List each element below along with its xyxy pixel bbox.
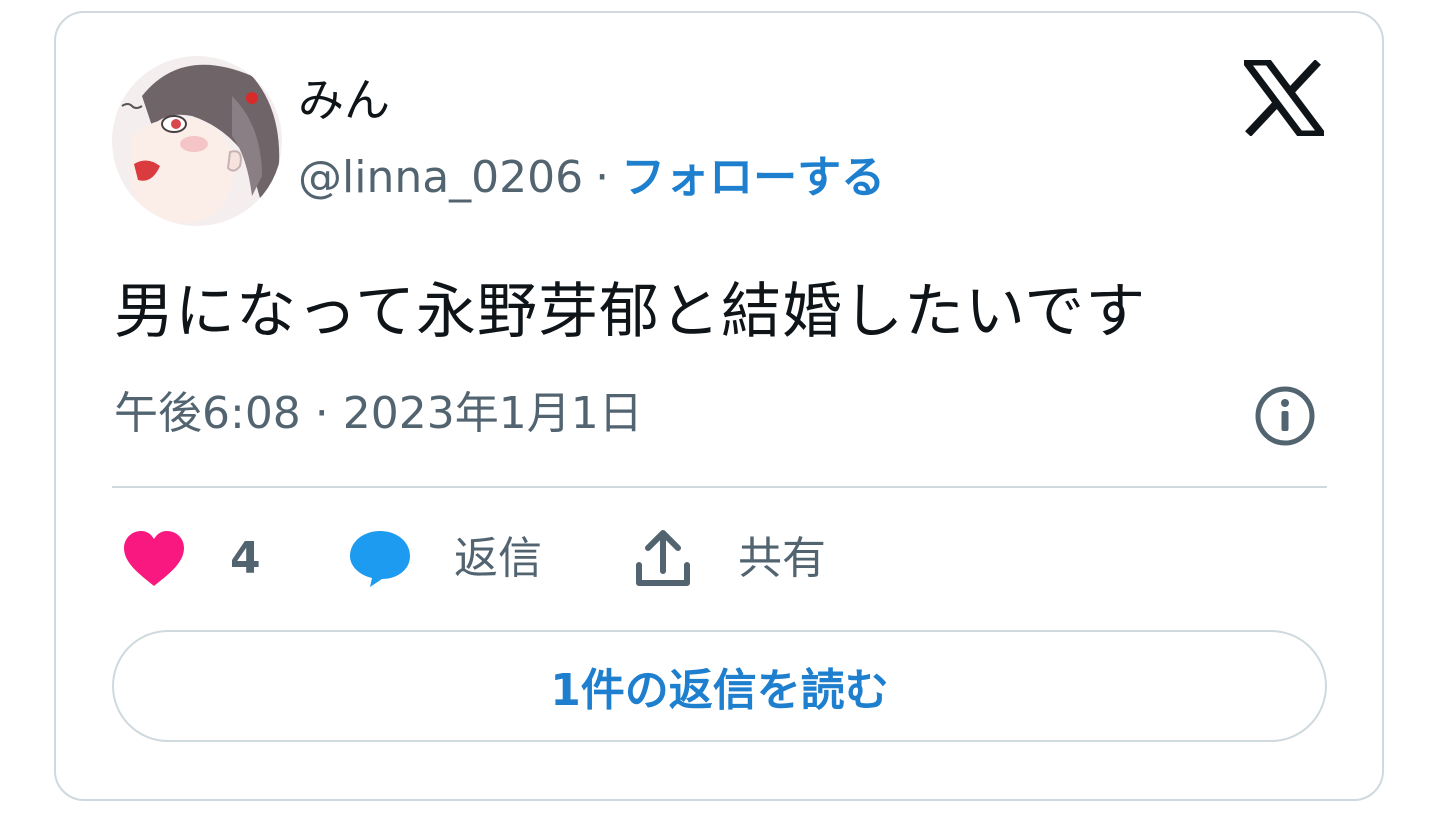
follow-button[interactable]: フォローする: [621, 152, 885, 203]
heart-icon: [124, 531, 184, 586]
like-button[interactable]: 4: [122, 524, 261, 594]
tweet-timestamp[interactable]: 午後6:08 · 2023年1月1日: [114, 384, 643, 444]
x-logo-icon[interactable]: [1239, 58, 1329, 138]
share-button[interactable]: 共有: [634, 524, 826, 594]
share-upload-icon: [636, 530, 690, 586]
read-replies-label: 1件の返信を読む: [550, 665, 889, 716]
like-count: 4: [230, 533, 261, 584]
display-name[interactable]: みん: [298, 70, 390, 130]
tweet-text: 男になって永野芽郁と結婚したいです: [114, 277, 1147, 347]
reply-button[interactable]: 返信: [348, 524, 542, 594]
read-replies-button[interactable]: 1件の返信を読む: [112, 630, 1327, 742]
info-icon[interactable]: [1254, 385, 1316, 447]
handle-row: @linna_0206 · フォローする: [298, 148, 885, 208]
avatar[interactable]: [112, 56, 282, 226]
divider: [112, 486, 1327, 488]
user-handle[interactable]: @linna_0206: [298, 152, 583, 203]
share-label: 共有: [738, 533, 826, 584]
speech-bubble-icon: [350, 531, 410, 587]
reply-label: 返信: [454, 533, 542, 584]
avatar-illustration: [112, 56, 282, 226]
separator-dot: ·: [595, 152, 610, 203]
